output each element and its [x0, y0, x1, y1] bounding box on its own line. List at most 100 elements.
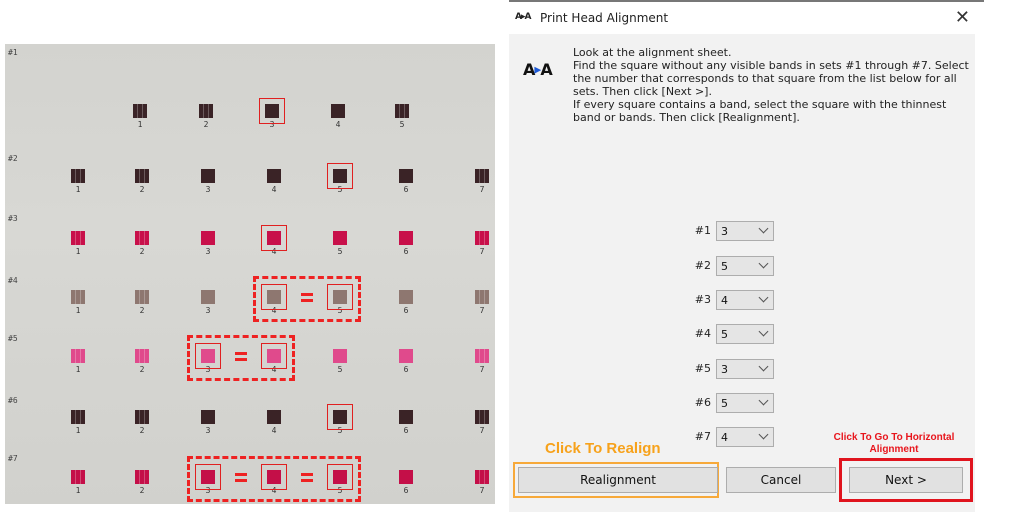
patch-number: 7 — [479, 306, 485, 315]
patch-number: 1 — [75, 365, 81, 374]
print-patch — [71, 410, 85, 424]
print-patch — [71, 349, 85, 363]
patch-number: 7 — [479, 426, 485, 435]
selected-value: 3 — [721, 363, 728, 376]
print-patch — [71, 290, 85, 304]
set-1-select[interactable]: 3 — [716, 221, 774, 241]
set-4-select[interactable]: 5 — [716, 324, 774, 344]
set-label: #3 — [8, 214, 18, 223]
set-label: #5 — [8, 334, 18, 343]
print-patch — [135, 410, 149, 424]
set-2-select[interactable]: 5 — [716, 256, 774, 276]
chevron-down-icon — [758, 258, 769, 269]
set-7-select[interactable]: 4 — [716, 427, 774, 447]
alignment-icon: A▶A — [523, 60, 553, 79]
selected-value: 5 — [721, 260, 728, 273]
print-patch — [331, 104, 345, 118]
patch-number: 5 — [337, 365, 343, 374]
patch-number: 2 — [139, 426, 145, 435]
patch-number: 2 — [139, 185, 145, 194]
print-patch — [399, 231, 413, 245]
patch-number: 1 — [137, 120, 143, 129]
set-label: #7 — [8, 454, 18, 463]
annotation-line: Click To Go To Horizontal — [833, 432, 955, 443]
set-label: #3 — [694, 293, 711, 306]
set-label: #4 — [694, 327, 711, 340]
instruction-line: band or bands. Then click [Realignment]. — [573, 111, 800, 124]
patch-number: 6 — [403, 306, 409, 315]
patch-number: 1 — [75, 426, 81, 435]
patch-number: 1 — [75, 185, 81, 194]
set-label: #1 — [8, 48, 18, 57]
print-patch — [267, 410, 281, 424]
title-bar: A▸A Print Head Alignment ✕ — [509, 2, 984, 34]
patch-number: 7 — [479, 486, 485, 495]
next-button[interactable]: Next > — [849, 467, 963, 493]
print-patch — [475, 290, 489, 304]
set-5-select[interactable]: 3 — [716, 359, 774, 379]
selected-value: 5 — [721, 328, 728, 341]
set-label: #7 — [694, 430, 711, 443]
chevron-down-icon — [758, 395, 769, 406]
print-patch — [475, 410, 489, 424]
equals-sign — [235, 473, 247, 482]
chevron-down-icon — [758, 429, 769, 440]
print-patch — [395, 104, 409, 118]
instruction-line: the number that corresponds to that squa… — [573, 72, 957, 85]
print-patch — [135, 470, 149, 484]
equals-sign — [301, 473, 313, 482]
patch-number: 6 — [403, 365, 409, 374]
print-patch — [71, 169, 85, 183]
annotation-click-to-realign: Click To Realign — [545, 440, 661, 457]
patch-number: 7 — [479, 185, 485, 194]
set-3-select[interactable]: 4 — [716, 290, 774, 310]
set-label: #2 — [8, 154, 18, 163]
selected-patch-box — [261, 225, 287, 251]
set-label: #5 — [694, 362, 711, 375]
selected-value: 4 — [721, 294, 728, 307]
chevron-down-icon — [758, 223, 769, 234]
print-patch — [399, 470, 413, 484]
equals-sign — [301, 293, 313, 302]
patch-number: 4 — [335, 120, 341, 129]
patch-number: 4 — [271, 426, 277, 435]
print-patch — [399, 349, 413, 363]
set-label: #2 — [694, 259, 711, 272]
instructions-text: Look at the alignment sheet. Find the sq… — [573, 46, 969, 124]
set-6-select[interactable]: 5 — [716, 393, 774, 413]
equal-group-box — [187, 456, 361, 502]
equals-sign — [235, 352, 247, 361]
patch-number: 1 — [75, 306, 81, 315]
alignment-sheet-photo: #1 1 2 3 4 5 #2 1 2 3 4 5 6 7 #3 1 2 3 4 5 6 7 #4 1 2 3 4 5 6 7 #5 1 2 3 4… — [5, 44, 495, 504]
dialog-body: A▶A Look at the alignment sheet. Find th… — [509, 34, 975, 512]
instruction-line: If every square contains a band, select … — [573, 98, 947, 111]
print-head-alignment-dialog: A▸A Print Head Alignment ✕ A▶A Look at t… — [509, 0, 984, 512]
patch-number: 7 — [479, 365, 485, 374]
patch-number: 5 — [399, 120, 405, 129]
patch-number: 1 — [75, 247, 81, 256]
print-patch — [135, 231, 149, 245]
print-patch — [399, 290, 413, 304]
selected-value: 4 — [721, 431, 728, 444]
print-patch — [333, 231, 347, 245]
patch-number: 6 — [403, 247, 409, 256]
realignment-button[interactable]: Realignment — [518, 467, 718, 493]
chevron-down-icon — [758, 361, 769, 372]
print-patch — [199, 104, 213, 118]
print-patch — [133, 104, 147, 118]
close-icon[interactable]: ✕ — [955, 7, 970, 28]
print-patch — [71, 231, 85, 245]
print-patch — [135, 169, 149, 183]
patch-number: 3 — [205, 306, 211, 315]
chevron-down-icon — [758, 292, 769, 303]
patch-number: 3 — [205, 247, 211, 256]
alignment-app-icon: A▸A — [515, 12, 531, 22]
annotation-line: Alignment — [869, 444, 919, 455]
selected-patch-box — [327, 404, 353, 430]
patch-number: 5 — [337, 247, 343, 256]
cancel-button[interactable]: Cancel — [726, 467, 836, 493]
set-label: #6 — [694, 396, 711, 409]
selected-patch-box — [259, 98, 285, 124]
print-patch — [475, 169, 489, 183]
print-patch — [475, 349, 489, 363]
